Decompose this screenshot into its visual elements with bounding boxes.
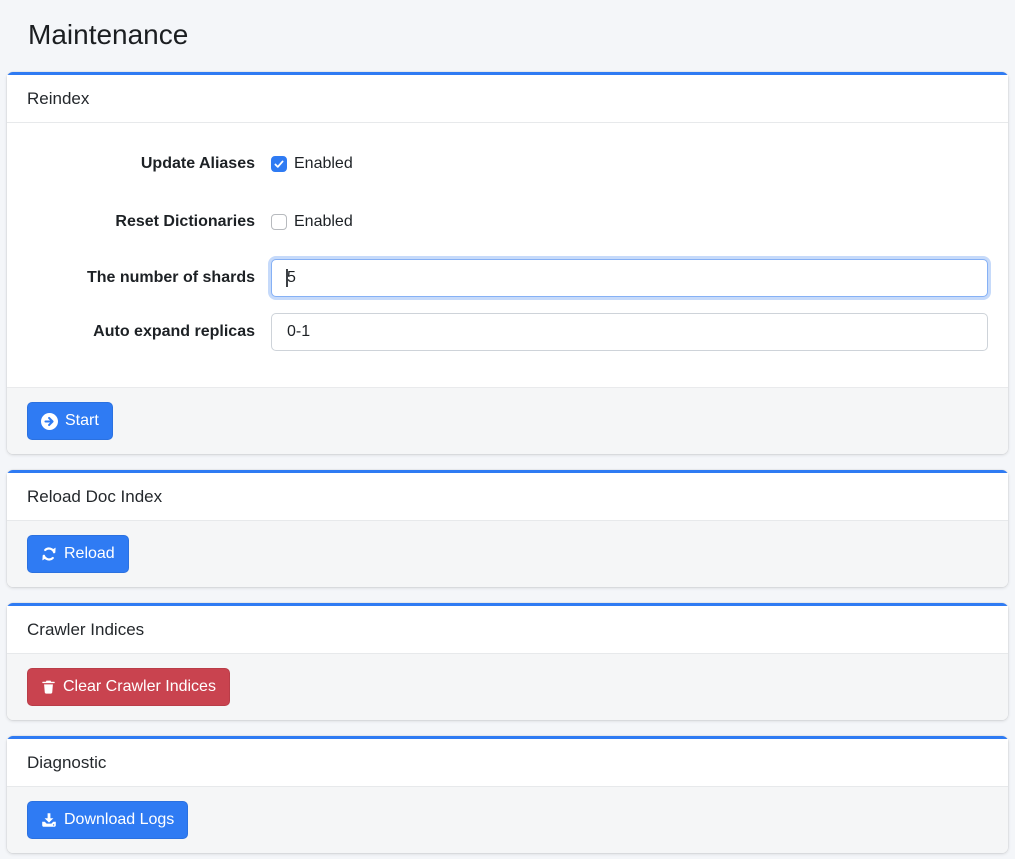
page-title: Maintenance bbox=[28, 18, 987, 52]
auto-expand-replicas-input[interactable] bbox=[271, 313, 988, 351]
reload-doc-index-card-title: Reload Doc Index bbox=[27, 487, 162, 506]
reindex-card-title: Reindex bbox=[27, 89, 89, 108]
clear-crawler-indices-button-label: Clear Crawler Indices bbox=[63, 678, 216, 696]
start-button-label: Start bbox=[65, 412, 99, 430]
update-aliases-row: Update Aliases Enabled bbox=[27, 143, 988, 185]
sync-icon bbox=[41, 546, 57, 562]
maintenance-page: Maintenance Reindex Update Aliases Enabl… bbox=[0, 18, 1015, 853]
diagnostic-card-footer: Download Logs bbox=[7, 787, 1008, 853]
diagnostic-card: Diagnostic Download Logs bbox=[7, 736, 1008, 853]
trash-icon bbox=[41, 679, 56, 695]
update-aliases-field: Enabled bbox=[271, 155, 988, 173]
number-of-shards-input[interactable] bbox=[271, 259, 988, 297]
reload-doc-index-card: Reload Doc Index Reload bbox=[7, 470, 1008, 587]
reset-dictionaries-checkbox[interactable] bbox=[271, 214, 287, 230]
crawler-indices-card-header: Crawler Indices bbox=[7, 606, 1008, 654]
download-logs-button[interactable]: Download Logs bbox=[27, 801, 188, 839]
update-aliases-label: Update Aliases bbox=[27, 154, 255, 174]
check-icon bbox=[273, 158, 285, 170]
reload-doc-index-card-header: Reload Doc Index bbox=[7, 473, 1008, 521]
download-logs-button-label: Download Logs bbox=[64, 811, 174, 829]
crawler-indices-card: Crawler Indices Clear Crawler Indices bbox=[7, 603, 1008, 720]
number-of-shards-field bbox=[271, 259, 988, 297]
reindex-card-header: Reindex bbox=[7, 75, 1008, 123]
reload-doc-index-card-footer: Reload bbox=[7, 521, 1008, 587]
download-icon bbox=[41, 812, 57, 828]
arrow-circle-right-icon bbox=[41, 413, 58, 430]
diagnostic-card-header: Diagnostic bbox=[7, 739, 1008, 787]
reload-button[interactable]: Reload bbox=[27, 535, 129, 573]
reindex-card: Reindex Update Aliases Enabled Reset Dic… bbox=[7, 72, 1008, 454]
number-of-shards-label: The number of shards bbox=[27, 268, 255, 288]
auto-expand-replicas-field bbox=[271, 313, 988, 351]
clear-crawler-indices-button[interactable]: Clear Crawler Indices bbox=[27, 668, 230, 706]
reindex-card-footer: Start bbox=[7, 387, 1008, 454]
update-aliases-checkbox[interactable] bbox=[271, 156, 287, 172]
auto-expand-replicas-row: Auto expand replicas bbox=[27, 313, 988, 351]
number-of-shards-row: The number of shards bbox=[27, 259, 988, 297]
update-aliases-checkbox-label: Enabled bbox=[294, 155, 353, 173]
start-button[interactable]: Start bbox=[27, 402, 113, 440]
reset-dictionaries-label: Reset Dictionaries bbox=[27, 212, 255, 232]
crawler-indices-card-title: Crawler Indices bbox=[27, 620, 144, 639]
auto-expand-replicas-label: Auto expand replicas bbox=[27, 322, 255, 342]
reset-dictionaries-field: Enabled bbox=[271, 213, 988, 231]
text-caret bbox=[286, 269, 288, 287]
reset-dictionaries-checkbox-label: Enabled bbox=[294, 213, 353, 231]
reload-button-label: Reload bbox=[64, 545, 115, 563]
reset-dictionaries-row: Reset Dictionaries Enabled bbox=[27, 201, 988, 243]
crawler-indices-card-footer: Clear Crawler Indices bbox=[7, 654, 1008, 720]
diagnostic-card-title: Diagnostic bbox=[27, 753, 106, 772]
reindex-card-body: Update Aliases Enabled Reset Dictionarie… bbox=[7, 123, 1008, 387]
